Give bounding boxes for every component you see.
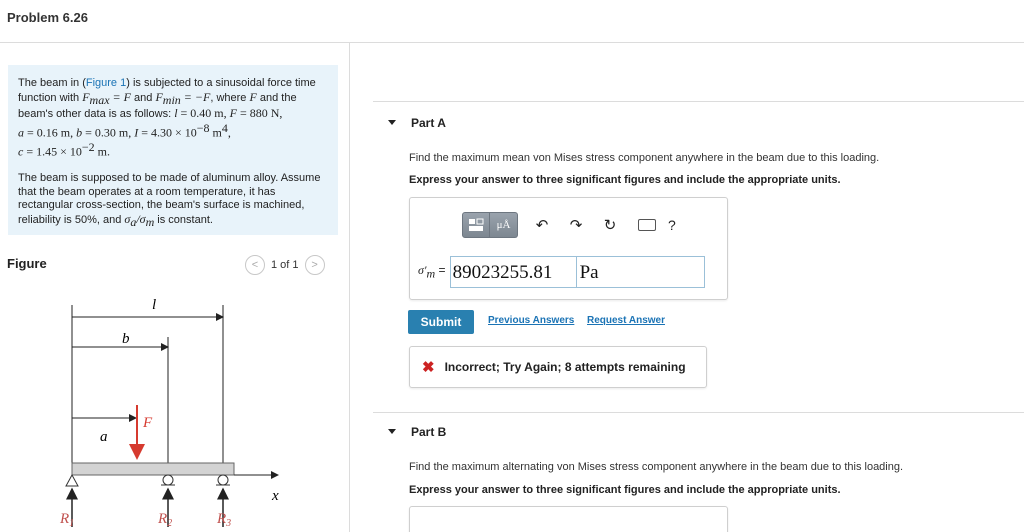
pin-support <box>65 473 79 487</box>
submit-button[interactable]: Submit <box>408 310 474 334</box>
answer-row: σ′m = 89023255.81 Pa <box>418 256 705 288</box>
templates-icon[interactable] <box>462 212 490 238</box>
part-b-question: Find the maximum alternating von Mises s… <box>409 461 904 473</box>
figure-header: Figure < 1 of 1 > <box>7 254 342 278</box>
feedback-box: ✖ Incorrect; Try Again; 8 attempts remai… <box>409 346 707 388</box>
figure-link[interactable]: Figure 1 <box>86 77 126 89</box>
force-label: F <box>142 415 153 431</box>
answer-box: μÅ ↶ ↷ ↻ ? σ′m = 89023255.81 Pa <box>409 197 728 300</box>
beam-diagram: l b a F x R1 R2 R3 <box>59 297 279 527</box>
beam <box>71 462 235 476</box>
prev-figure-button[interactable]: < <box>245 255 265 275</box>
previous-answers-link[interactable]: Previous Answers <box>488 315 574 326</box>
problem-paragraph-1: The beam in (Figure 1) is subjected to a… <box>18 77 316 159</box>
part-a-heading[interactable]: Part A <box>411 116 446 130</box>
part-a-question: Find the maximum mean von Mises stress c… <box>409 152 880 164</box>
next-figure-button[interactable]: > <box>304 255 325 275</box>
undo-icon[interactable]: ↶ <box>532 216 552 234</box>
redo-icon[interactable]: ↷ <box>566 216 586 234</box>
roller-support-2 <box>162 474 174 486</box>
part-b-caret-icon[interactable] <box>388 429 396 434</box>
answer-value-field[interactable]: 89023255.81 <box>449 256 577 288</box>
roller-support-3 <box>217 474 229 486</box>
keyboard-icon[interactable] <box>638 219 656 231</box>
problem-paragraph-2: The beam is supposed to be made of alumi… <box>18 172 321 229</box>
part-a-instruction: Express your answer to three significant… <box>409 174 841 186</box>
page-header: Problem 6.26 <box>0 0 1024 43</box>
r3-label: R3 <box>216 511 231 527</box>
figure-page-indicator: 1 of 1 <box>271 259 299 271</box>
answer-unit-field[interactable]: Pa <box>576 256 705 288</box>
feedback-text: Incorrect; Try Again; 8 attempts remaini… <box>444 360 686 374</box>
help-icon[interactable]: ? <box>668 217 676 233</box>
answer-box-b <box>409 506 728 532</box>
right-panel: Part A Find the maximum mean von Mises s… <box>351 43 1024 532</box>
error-icon: ✖ <box>422 359 435 376</box>
left-panel: The beam in (Figure 1) is subjected to a… <box>0 43 350 532</box>
template-button-group: μÅ <box>462 212 518 238</box>
units-button[interactable]: μÅ <box>490 212 518 238</box>
part-a-divider <box>373 101 1024 102</box>
a-label: a <box>100 429 108 445</box>
problem-statement: The beam in (Figure 1) is subjected to a… <box>8 65 338 235</box>
request-answer-link[interactable]: Request Answer <box>587 315 665 326</box>
figure-pager: < 1 of 1 > <box>245 254 325 276</box>
b-label: b <box>122 331 130 347</box>
part-b-heading[interactable]: Part B <box>411 425 446 439</box>
part-b-divider <box>373 412 1024 413</box>
part-b-instruction: Express your answer to three significant… <box>409 484 841 496</box>
x-label: x <box>271 488 279 504</box>
reset-icon[interactable]: ↻ <box>600 216 620 234</box>
part-a-caret-icon[interactable] <box>388 120 396 125</box>
page-title: Problem 6.26 <box>7 10 88 25</box>
l-label: l <box>152 297 156 313</box>
answer-label: σ′m = <box>418 262 446 281</box>
math-toolbar: μÅ ↶ ↷ ↻ ? <box>462 212 676 238</box>
figure-heading: Figure <box>7 256 47 271</box>
r2-label: R2 <box>157 511 172 527</box>
